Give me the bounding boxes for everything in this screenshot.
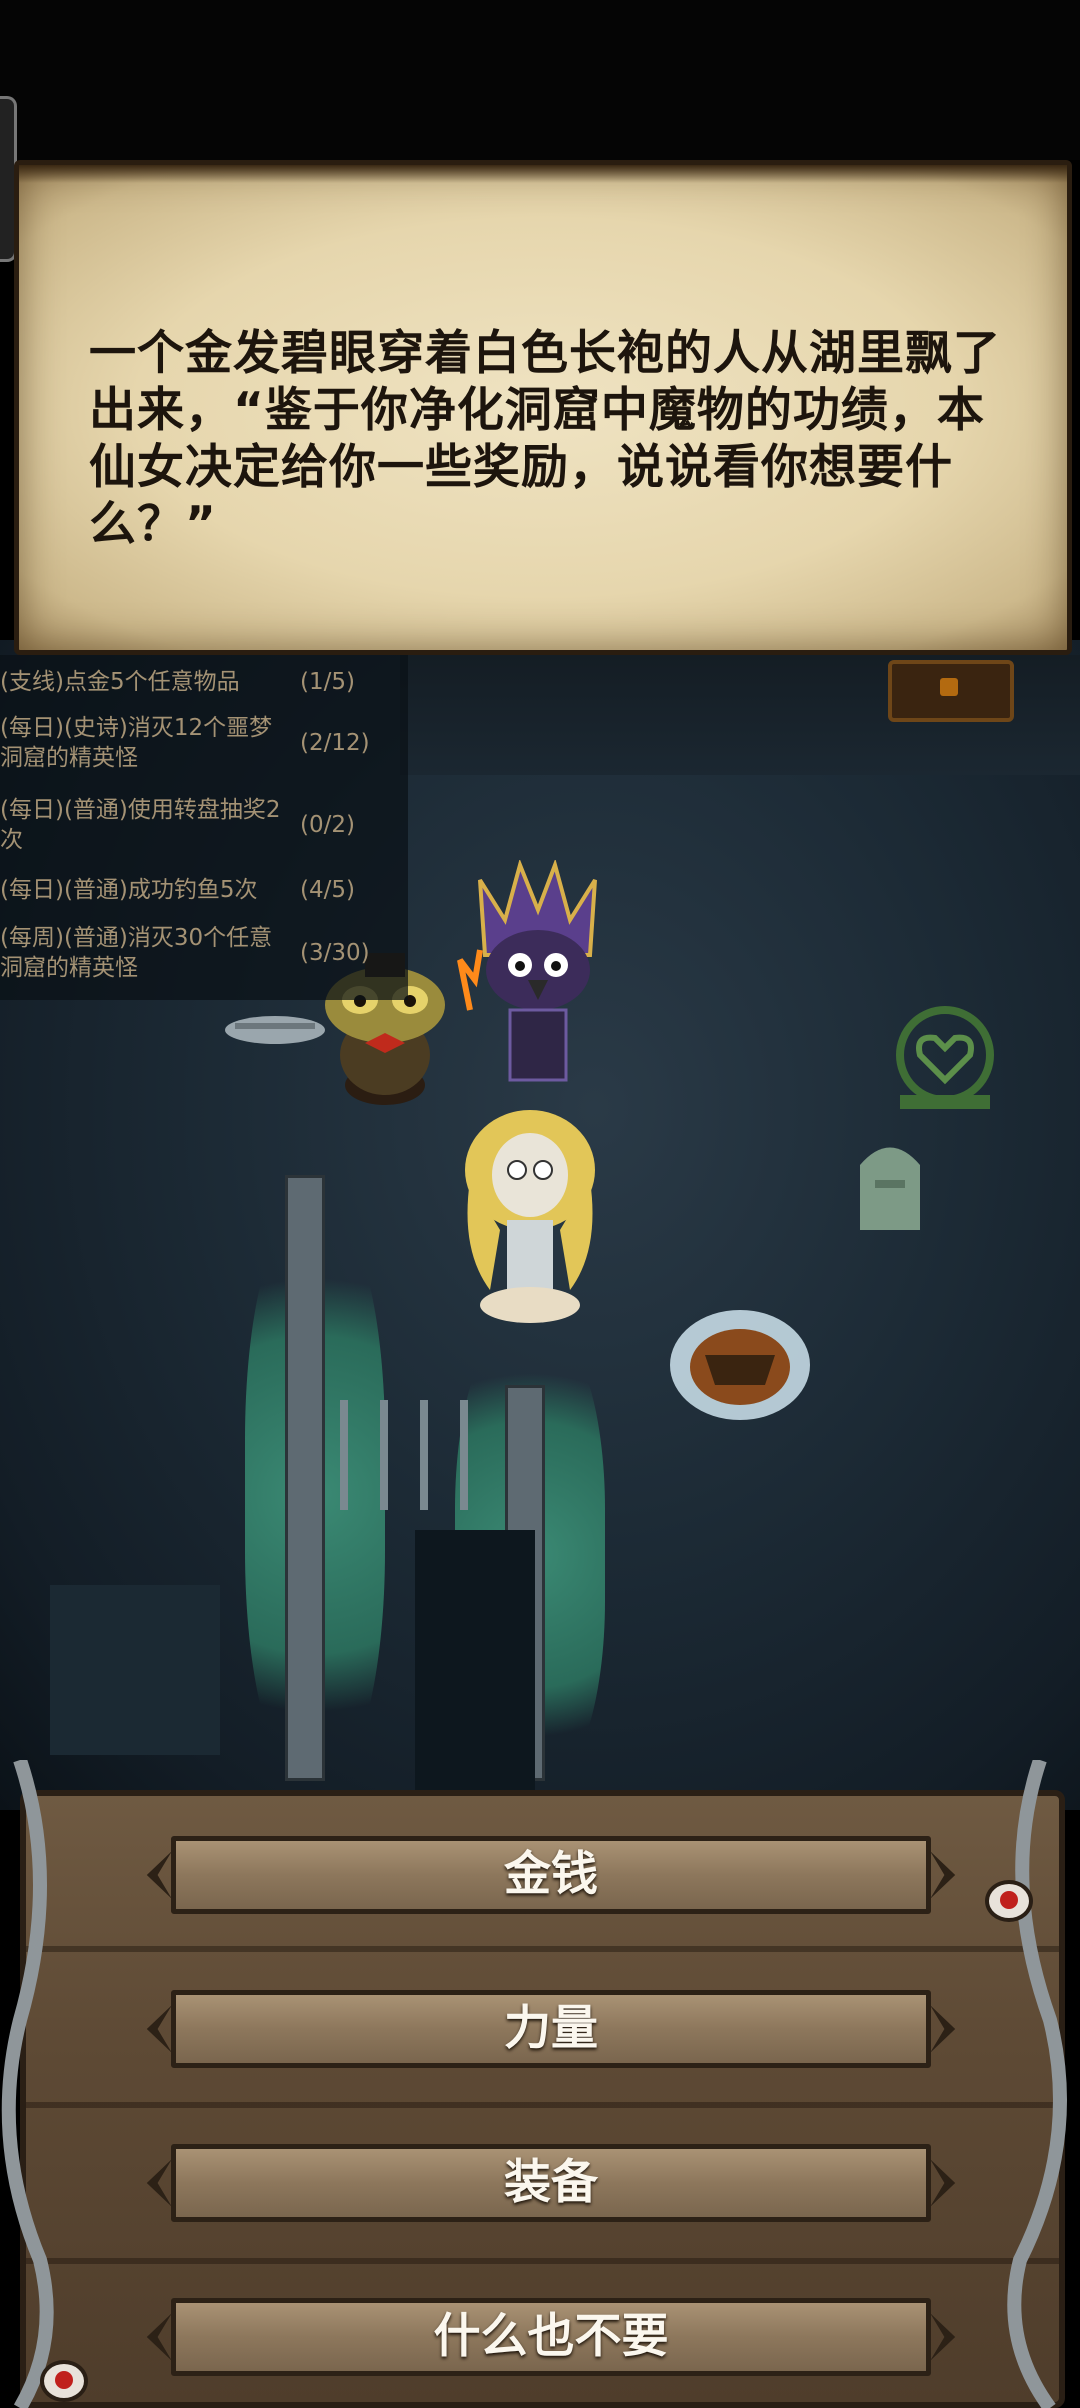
red-eye-icon (985, 1880, 1033, 1922)
heart-altar-icon[interactable] (880, 1000, 1010, 1120)
gravestone-icon (860, 1147, 920, 1230)
crow-knight-character[interactable] (450, 860, 625, 1100)
fairy-character[interactable] (455, 1100, 605, 1330)
iron-cage-prop (50, 1585, 220, 1755)
pillar-left (285, 1175, 325, 1781)
choice-menu: 金钱 力量 装备 什么也不要 (20, 1790, 1065, 2408)
gate-bar (460, 1400, 468, 1510)
gate-bar (340, 1400, 348, 1510)
option-label: 装备 (504, 2155, 598, 2210)
thorn-frame-right (1007, 1760, 1067, 2408)
gate-bar (420, 1400, 428, 1510)
quest-title: (每日)(普通)使用转盘抽奖2次 (0, 797, 281, 853)
ruin-doorway (415, 1530, 535, 1810)
option-equipment-button[interactable]: 装备 (146, 2144, 956, 2222)
quest-progress: (0/2) (300, 812, 355, 838)
option-cap-left (146, 2005, 172, 2053)
quest-progress: (4/5) (300, 877, 355, 903)
option-cap-left (146, 2159, 172, 2207)
quest-title: (每日)(普通)成功钓鱼5次 (0, 877, 258, 903)
option-label: 金钱 (504, 1847, 598, 1902)
dialog-parchment: 一个金发碧眼穿着白色长袍的人从湖里飘了出来，“鉴于你净化洞窟中魔物的功绩，本仙女… (14, 160, 1072, 655)
frozen-loot-icon[interactable] (665, 1295, 815, 1425)
red-eye-icon (40, 2360, 88, 2402)
thorn-frame-left (1, 1760, 54, 2408)
option-power-button[interactable]: 力量 (146, 1990, 956, 2068)
quest-title: (支线)点金5个任意物品 (0, 669, 240, 695)
option-label: 什么也不要 (433, 2309, 669, 2364)
option-cap-left (146, 1851, 172, 1899)
quest-panel[interactable]: (支线)点金5个任意物品 (1/5) (每日)(史诗)消灭12个噩梦洞窟的精英怪… (0, 655, 408, 1000)
gate-bar (380, 1400, 388, 1510)
quest-title: (每周)(普通)消灭30个任意洞窟的精英怪 (0, 925, 273, 981)
quest-progress: (3/30) (300, 940, 370, 966)
treasure-chest-icon[interactable] (888, 660, 1014, 722)
option-money-button[interactable]: 金钱 (146, 1836, 956, 1914)
top-black-bar (0, 0, 1080, 160)
option-label: 力量 (504, 2001, 598, 2056)
quest-progress: (1/5) (300, 669, 355, 695)
quest-title: (每日)(史诗)消灭12个噩梦洞窟的精英怪 (0, 715, 273, 771)
dialog-text: 一个金发碧眼穿着白色长袍的人从湖里飘了出来，“鉴于你净化洞窟中魔物的功绩，本仙女… (89, 326, 1001, 552)
option-cap-left (146, 2313, 172, 2361)
option-nothing-button[interactable]: 什么也不要 (146, 2298, 956, 2376)
quest-progress: (2/12) (300, 730, 370, 756)
